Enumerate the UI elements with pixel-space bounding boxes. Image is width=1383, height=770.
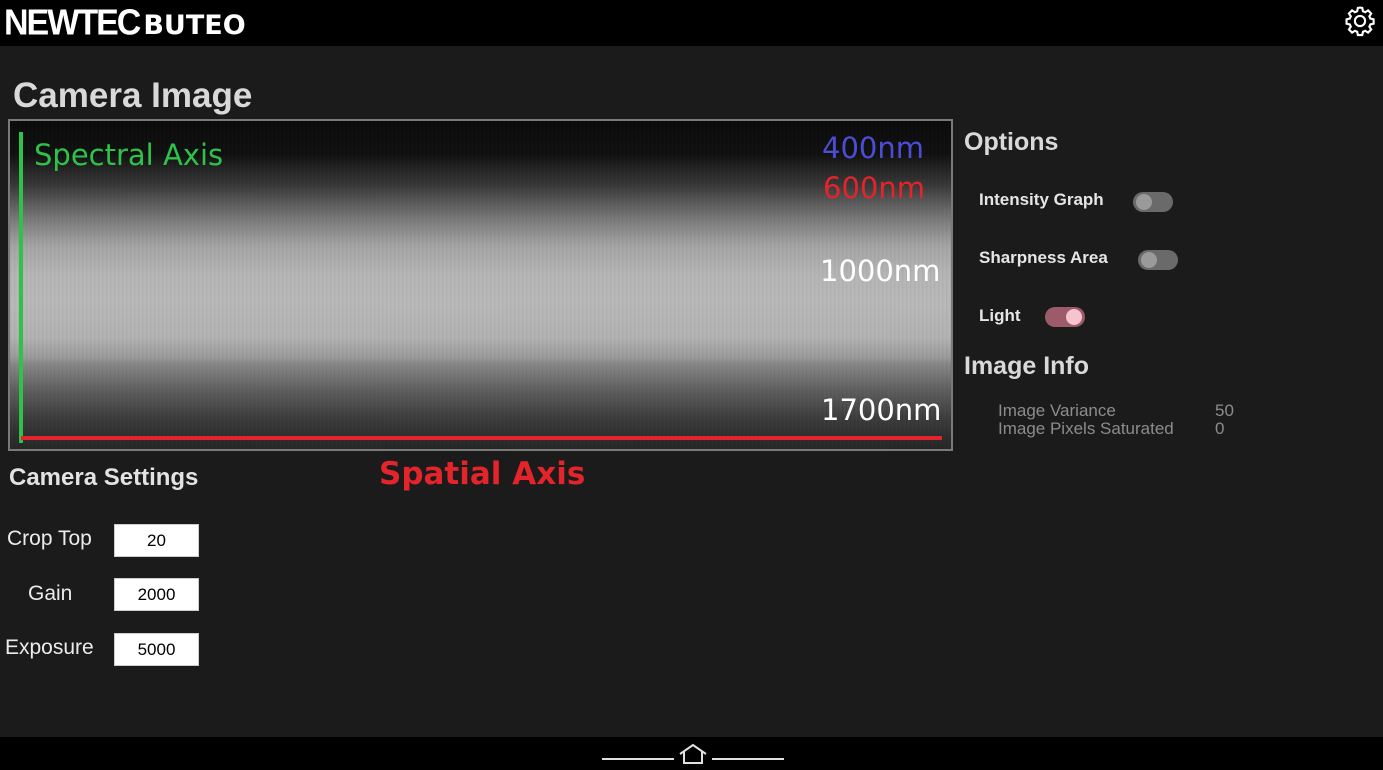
light-label: Light: [979, 306, 1021, 325]
pixels-saturated-value: 0: [1215, 419, 1225, 438]
wavelength-label-1000: 1000nm: [820, 254, 941, 288]
camera-settings-title: Camera Settings: [9, 464, 199, 491]
app-logo: NEWTEC BUTEO: [4, 3, 246, 44]
image-variance-label: Image Variance: [998, 401, 1116, 420]
exposure-input[interactable]: [114, 633, 199, 666]
wavelength-label-400: 400nm: [822, 131, 924, 165]
crop-top-label: Crop Top: [7, 527, 92, 550]
brand-name: NEWTEC: [4, 3, 141, 43]
top-bar: NEWTEC BUTEO: [0, 0, 1383, 46]
intensity-graph-toggle[interactable]: [1133, 192, 1173, 212]
exposure-label: Exposure: [5, 636, 94, 659]
wavelength-label-600: 600nm: [823, 171, 925, 205]
gain-label: Gain: [28, 582, 73, 605]
toggle-knob: [1136, 194, 1152, 210]
product-name: BUTEO: [143, 10, 246, 41]
home-icon[interactable]: [600, 742, 786, 766]
crop-top-input[interactable]: [114, 524, 199, 557]
spectral-axis-line: [19, 132, 23, 443]
spectral-axis-label: Spectral Axis: [34, 138, 224, 172]
options-title: Options: [964, 128, 1059, 156]
intensity-graph-label: Intensity Graph: [979, 190, 1104, 209]
pixels-saturated-label: Image Pixels Saturated: [998, 419, 1174, 438]
gear-icon[interactable]: [1343, 4, 1377, 38]
light-toggle[interactable]: [1045, 307, 1085, 327]
sharpness-area-toggle[interactable]: [1138, 250, 1178, 270]
gain-input[interactable]: [114, 578, 199, 611]
spatial-axis-line: [21, 436, 942, 440]
camera-image-title: Camera Image: [13, 76, 253, 115]
toggle-knob: [1066, 309, 1082, 325]
toggle-knob: [1141, 252, 1157, 268]
spatial-axis-label: Spatial Axis: [379, 456, 586, 492]
image-info-title: Image Info: [964, 352, 1090, 380]
sharpness-area-label: Sharpness Area: [979, 248, 1108, 267]
image-variance-value: 50: [1215, 401, 1234, 420]
wavelength-label-1700: 1700nm: [821, 393, 942, 427]
